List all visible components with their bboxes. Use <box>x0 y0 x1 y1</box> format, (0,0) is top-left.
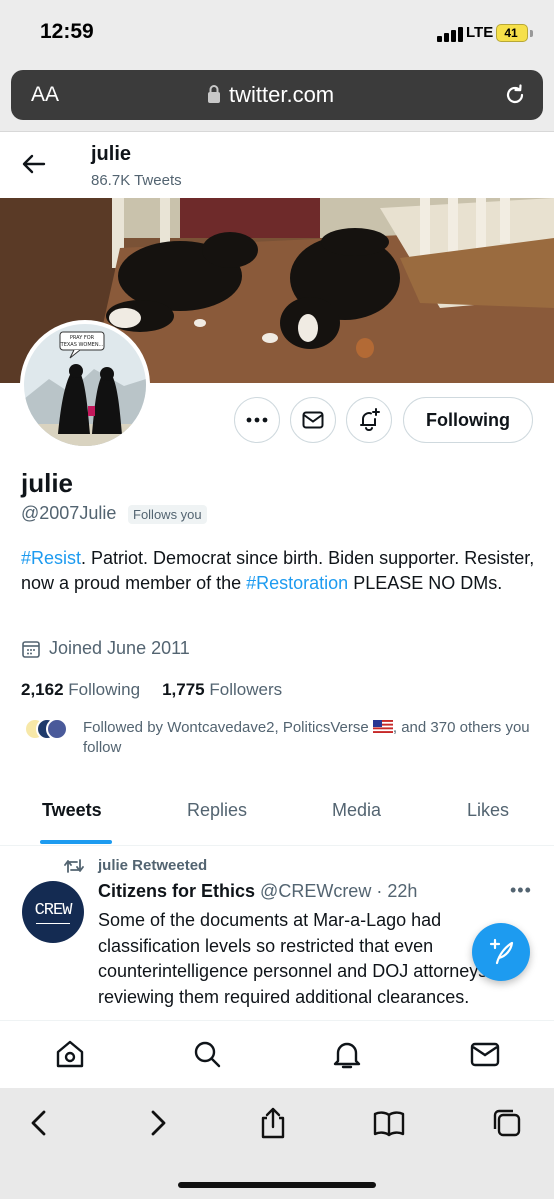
followers-count: 1,775 <box>162 680 205 699</box>
network-label: LTE <box>466 24 494 41</box>
following-count-link[interactable]: 2,162 Following <box>21 680 140 699</box>
following-button[interactable]: Following <box>403 397 533 443</box>
feather-plus-icon <box>489 938 514 965</box>
browser-toolbar: AA twitter.com <box>0 64 554 132</box>
share-icon[interactable] <box>256 1106 290 1140</box>
bio-hashtag-resist[interactable]: #Resist <box>21 548 81 568</box>
notifications-button[interactable] <box>346 397 392 443</box>
active-tab-indicator <box>40 840 112 844</box>
tweet-author-name: Citizens for Ethics <box>98 881 256 901</box>
following-label: Following <box>68 680 141 699</box>
profile-avatar[interactable]: PRAY FOR TEXAS WOMEN... <box>20 320 150 450</box>
compose-tweet-button[interactable] <box>472 923 530 981</box>
retweet-icon <box>64 858 84 873</box>
bottom-nav <box>0 1020 554 1088</box>
followed-by-avatars[interactable] <box>24 718 72 742</box>
follow-counts: 2,162 Following 1,775 Followers <box>21 680 282 700</box>
home-indicator[interactable] <box>178 1182 376 1188</box>
battery-level: 41 <box>504 26 518 40</box>
header-tweet-count: 86.7K Tweets <box>91 172 182 189</box>
signal-icon <box>437 26 463 42</box>
mail-icon[interactable] <box>469 1038 501 1070</box>
bookmarks-icon[interactable] <box>372 1106 406 1140</box>
bio-text-2: PLEASE NO DMs. <box>348 573 503 593</box>
following-count: 2,162 <box>21 680 64 699</box>
header-name: julie <box>91 143 132 165</box>
forward-icon[interactable] <box>141 1106 175 1140</box>
tabs-icon[interactable] <box>490 1106 524 1140</box>
status-time: 12:59 <box>40 20 94 43</box>
tab-media[interactable]: Media <box>332 800 381 821</box>
tweet-header[interactable]: Citizens for Ethics @CREWcrew · 22h <box>98 881 417 902</box>
bell-icon[interactable] <box>331 1038 363 1070</box>
url-domain[interactable]: twitter.com <box>229 82 334 108</box>
follows-you-badge: Follows you <box>128 505 207 524</box>
joined-date: Joined June 2011 <box>21 638 190 659</box>
followers-count-link[interactable]: 1,775 Followers <box>162 680 282 699</box>
us-flag-icon <box>372 720 393 733</box>
more-options-button[interactable] <box>234 397 280 443</box>
tab-likes[interactable]: Likes <box>467 800 509 821</box>
followed-by-text[interactable]: Followed by Wontcavedave2, PoliticsVerse… <box>83 718 533 758</box>
mail-icon <box>302 411 324 429</box>
avatar-sign-line1: PRAY FOR <box>70 335 95 341</box>
home-icon[interactable] <box>54 1038 86 1070</box>
lock-icon <box>208 85 220 103</box>
reload-icon[interactable] <box>503 83 527 107</box>
message-button[interactable] <box>290 397 336 443</box>
profile-bio: #Resist. Patriot. Democrat since birth. … <box>21 546 536 596</box>
tweet-time: · 22h <box>376 881 418 901</box>
bio-hashtag-restoration[interactable]: #Restoration <box>246 573 348 593</box>
tweet-avatar-text: CREW <box>34 901 73 920</box>
display-name: julie <box>21 468 74 498</box>
calendar-icon <box>22 640 40 658</box>
more-dots-icon <box>246 417 268 423</box>
follower-avatar <box>46 718 68 740</box>
status-bar: 12:59 LTE 41 <box>0 0 554 64</box>
avatar-sign-line2: TEXAS WOMEN... <box>60 342 104 348</box>
tab-tweets[interactable]: Tweets <box>42 800 102 821</box>
tweet-more-icon[interactable]: ••• <box>510 880 532 901</box>
tweet-author-handle: @CREWcrew <box>260 881 372 901</box>
search-icon[interactable] <box>191 1038 223 1070</box>
followers-label: Followers <box>209 680 283 699</box>
retweet-context[interactable]: julie Retweeted <box>64 857 207 874</box>
profile-handle: @2007Julie <box>21 503 117 523</box>
back-arrow-icon[interactable] <box>20 150 48 178</box>
battery-cap <box>530 30 533 37</box>
bell-plus-icon <box>360 408 380 431</box>
followed-by-prefix: Followed by Wontcavedave2, PoliticsVerse <box>83 719 373 736</box>
text-size-button[interactable]: AA <box>31 83 59 107</box>
battery-icon: 41 <box>496 24 528 42</box>
avatar-cartoon: PRAY FOR TEXAS WOMEN... <box>24 324 146 446</box>
address-bar[interactable]: AA twitter.com <box>11 70 543 120</box>
retweeted-by-label: julie Retweeted <box>98 857 208 874</box>
back-icon[interactable] <box>22 1106 56 1140</box>
tab-replies[interactable]: Replies <box>187 800 247 821</box>
joined-text: Joined June 2011 <box>49 638 190 658</box>
tweet-author-avatar[interactable]: CREW <box>22 881 84 943</box>
profile-tabs: Tweets Replies Media Likes <box>0 788 554 846</box>
tweet-text[interactable]: Some of the documents at Mar-a-Lago had … <box>98 908 518 1010</box>
